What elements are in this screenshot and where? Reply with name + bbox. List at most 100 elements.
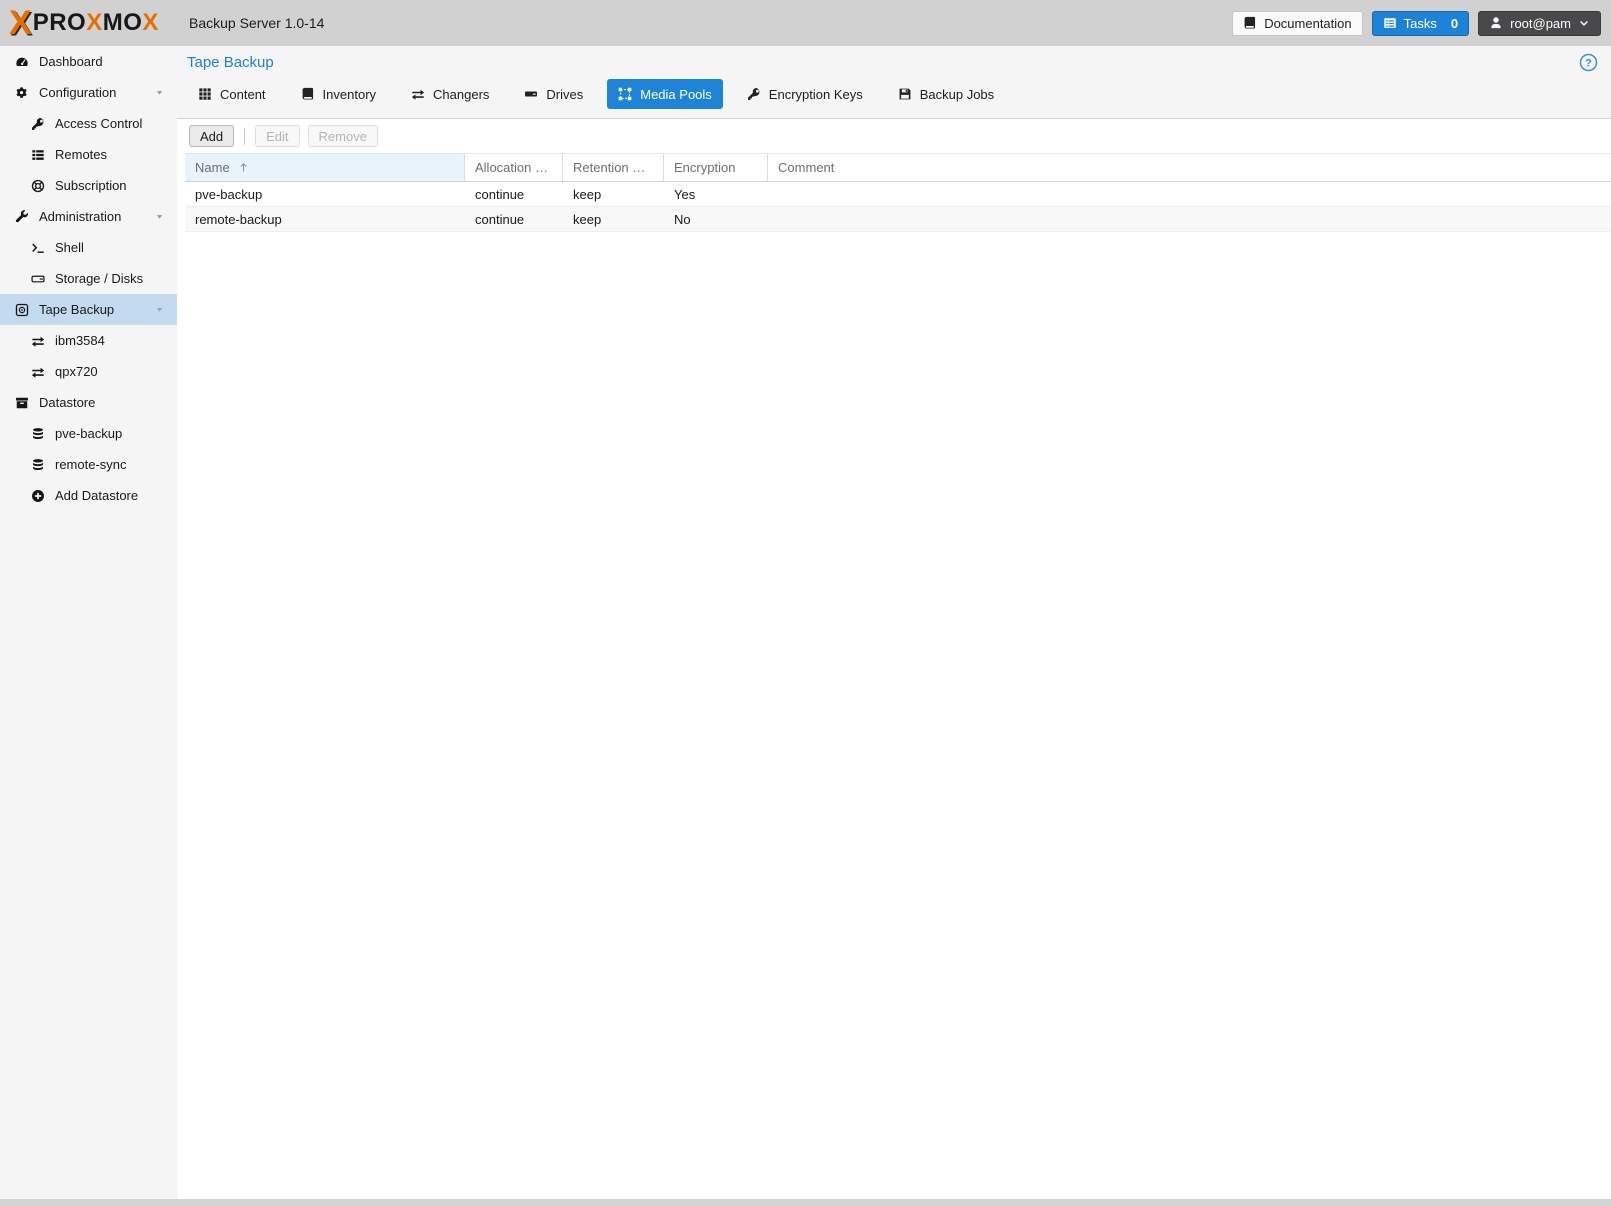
cell-retention: keep <box>563 182 664 206</box>
sidebar-item-label: remote-sync <box>55 457 127 472</box>
cell-allocation: continue <box>465 182 563 206</box>
tab-label: Inventory <box>323 87 376 102</box>
tab-media-pools[interactable]: Media Pools <box>607 79 723 109</box>
column-header-label: Allocation … <box>475 160 548 175</box>
sidebar-item-subscription[interactable]: Subscription <box>0 170 177 201</box>
sidebar-item-label: Dashboard <box>39 54 103 69</box>
tasks-button[interactable]: Tasks 0 <box>1372 11 1469 36</box>
sidebar-item-storage-disks[interactable]: Storage / Disks <box>0 263 177 294</box>
book-icon <box>301 87 315 101</box>
column-header-comment[interactable]: Comment <box>768 154 1611 181</box>
column-header-name[interactable]: Name <box>185 154 465 181</box>
caret-down-icon <box>151 304 168 315</box>
object-group-icon <box>618 87 632 101</box>
cell-name: pve-backup <box>185 182 465 206</box>
tape-icon <box>13 303 30 317</box>
exchange-icon <box>29 365 46 379</box>
sidebar-item-label: Add Datastore <box>55 488 138 503</box>
cogs-icon <box>13 86 30 100</box>
sidebar-item-label: Tape Backup <box>39 302 114 317</box>
tasks-count-badge: 0 <box>1451 16 1458 31</box>
cell-retention: keep <box>563 207 664 231</box>
tab-label: Changers <box>433 87 489 102</box>
sidebar-item-label: Storage / Disks <box>55 271 143 286</box>
documentation-label: Documentation <box>1264 16 1351 31</box>
sidebar-item-label: Access Control <box>55 116 142 131</box>
logo-text-segment: X <box>9 6 32 40</box>
svg-text:?: ? <box>1585 58 1592 70</box>
table-row-pve-backup[interactable]: pve-backupcontinuekeepYes <box>185 182 1611 207</box>
key-icon <box>29 117 46 131</box>
help-icon[interactable]: ? <box>1579 53 1598 75</box>
toolbar-separator <box>244 128 245 145</box>
tachometer-icon <box>13 55 30 69</box>
documentation-button[interactable]: Documentation <box>1232 11 1362 36</box>
cell-encryption: Yes <box>664 182 768 206</box>
table-row-remote-backup[interactable]: remote-backupcontinuekeepNo <box>185 207 1611 232</box>
remove-button[interactable]: Remove <box>308 125 378 147</box>
sidebar-item-remote-sync[interactable]: remote-sync <box>0 449 177 480</box>
caret-down-icon <box>151 211 168 222</box>
cell-encryption: No <box>664 207 768 231</box>
save-icon <box>898 87 912 101</box>
sidebar-item-qpx720[interactable]: qpx720 <box>0 356 177 387</box>
tab-backup-jobs[interactable]: Backup Jobs <box>887 79 1005 109</box>
tab-content[interactable]: Content <box>187 79 277 109</box>
sidebar-item-access-control[interactable]: Access Control <box>0 108 177 139</box>
page-title: Tape Backup <box>187 54 1601 71</box>
sidebar-item-dashboard[interactable]: Dashboard <box>0 46 177 77</box>
tab-label: Content <box>220 87 266 102</box>
tab-label: Encryption Keys <box>769 87 863 102</box>
column-header-retention[interactable]: Retention … <box>563 154 664 181</box>
sidebar-item-label: Shell <box>55 240 84 255</box>
grid-header: Name Allocation … Retention … Encryption Com… <box>185 153 1611 182</box>
sidebar: Dashboard Configuration Access Control Remo… <box>0 46 177 1199</box>
th-list-icon <box>29 148 46 162</box>
tab-inventory[interactable]: Inventory <box>290 79 387 109</box>
topbar: XPROXMOX Backup Server 1.0-14 Documentat… <box>0 0 1611 46</box>
edit-button[interactable]: Edit <box>255 125 299 147</box>
sidebar-item-ibm3584[interactable]: ibm3584 <box>0 325 177 356</box>
sidebar-item-add-datastore[interactable]: Add Datastore <box>0 480 177 511</box>
logo-text-segment: PRO <box>33 11 87 35</box>
tab-encryption-keys[interactable]: Encryption Keys <box>736 79 874 109</box>
tab-drives[interactable]: Drives <box>513 79 594 109</box>
cell-comment <box>768 182 1611 206</box>
wrench-icon <box>13 210 30 224</box>
sidebar-item-pve-backup[interactable]: pve-backup <box>0 418 177 449</box>
chevron-down-icon <box>1578 17 1590 29</box>
sidebar-item-label: Datastore <box>39 395 95 410</box>
column-header-label: Name <box>195 160 230 175</box>
tab-changers[interactable]: Changers <box>400 79 500 109</box>
cell-name: remote-backup <box>185 207 465 231</box>
user-menu-button[interactable]: root@pam <box>1478 11 1601 36</box>
exchange-icon <box>29 334 46 348</box>
content-header: Tape Backup ? Content Inventory Changers Dr… <box>177 46 1611 119</box>
column-header-encryption[interactable]: Encryption <box>664 154 768 181</box>
exchange-icon <box>411 87 425 101</box>
sidebar-item-label: pve-backup <box>55 426 122 441</box>
sidebar-item-datastore[interactable]: Datastore <box>0 387 177 418</box>
sidebar-item-remotes[interactable]: Remotes <box>0 139 177 170</box>
database-icon <box>29 458 46 472</box>
sidebar-item-label: qpx720 <box>55 364 98 379</box>
app-title: Backup Server 1.0-14 <box>189 15 324 31</box>
sidebar-item-configuration[interactable]: Configuration <box>0 77 177 108</box>
column-header-label: Encryption <box>674 160 735 175</box>
column-header-allocation[interactable]: Allocation … <box>465 154 563 181</box>
add-button[interactable]: Add <box>189 125 234 147</box>
cell-comment <box>768 207 1611 231</box>
sidebar-item-administration[interactable]: Administration <box>0 201 177 232</box>
logo-text-segment: MO <box>103 11 143 35</box>
tab-label: Media Pools <box>640 87 712 102</box>
cell-allocation: continue <box>465 207 563 231</box>
sidebar-item-tape-backup[interactable]: Tape Backup <box>0 294 177 325</box>
sidebar-item-shell[interactable]: Shell <box>0 232 177 263</box>
sort-asc-icon <box>237 161 250 174</box>
tab-label: Backup Jobs <box>920 87 994 102</box>
task-list-icon <box>1383 16 1397 30</box>
book-icon <box>1243 16 1257 30</box>
main-panel: Tape Backup ? Content Inventory Changers Dr… <box>177 46 1611 1199</box>
life-ring-icon <box>29 179 46 193</box>
hdd-solid-icon <box>524 87 538 101</box>
